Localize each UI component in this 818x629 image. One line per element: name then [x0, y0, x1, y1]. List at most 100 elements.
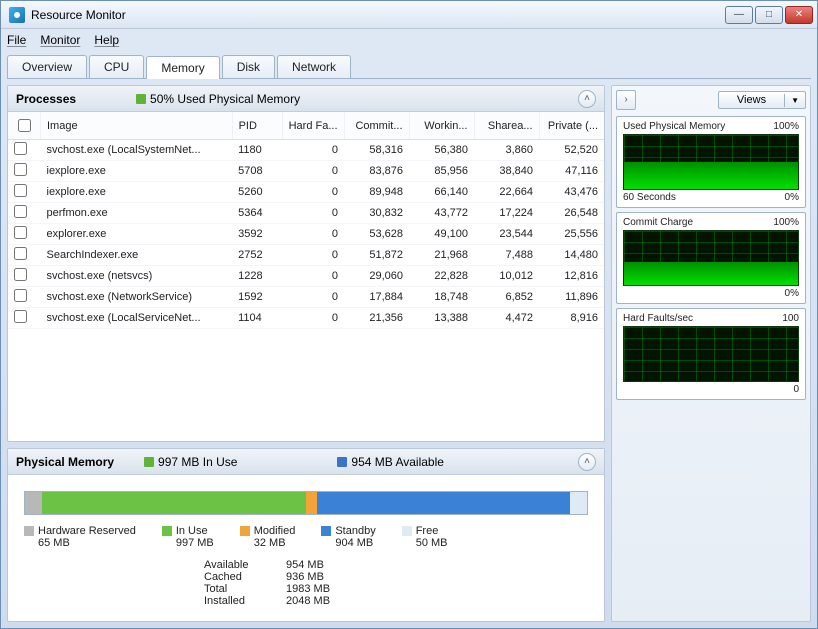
title-bar[interactable]: Resource Monitor — □ ✕ [1, 1, 817, 29]
cell-commit: 29,060 [344, 266, 409, 287]
cell-private: 11,896 [539, 287, 604, 308]
row-checkbox[interactable] [14, 205, 27, 218]
table-row[interactable]: svchost.exe (netsvcs)1228029,06022,82810… [8, 266, 604, 287]
table-row[interactable]: svchost.exe (LocalSystemNet...1180058,31… [8, 140, 604, 161]
tab-disk[interactable]: Disk [222, 55, 275, 78]
collapse-physmem-button[interactable]: ˄ [578, 453, 596, 471]
row-checkbox[interactable] [14, 310, 27, 323]
tab-cpu[interactable]: CPU [89, 55, 144, 78]
cell-hardfaults: 0 [282, 161, 344, 182]
tab-network[interactable]: Network [277, 55, 351, 78]
processes-title: Processes [16, 92, 76, 106]
row-checkbox[interactable] [14, 226, 27, 239]
cell-private: 12,816 [539, 266, 604, 287]
legend-swatch-icon [321, 526, 331, 536]
cell-image: svchost.exe (NetworkService) [41, 287, 233, 308]
table-row[interactable]: iexplore.exe5260089,94866,14022,66443,47… [8, 182, 604, 203]
cell-shareable: 23,544 [474, 224, 539, 245]
summary-total-key: Total [204, 583, 274, 595]
mem-usage-label: 50% Used Physical Memory [150, 92, 300, 106]
cell-hardfaults: 0 [282, 203, 344, 224]
chart-min: 0% [785, 288, 799, 299]
memory-legend: Hardware Reserved65 MBIn Use997 MBModifi… [24, 525, 588, 549]
col-commit[interactable]: Commit... [344, 112, 409, 140]
cell-hardfaults: 0 [282, 140, 344, 161]
processes-header[interactable]: Processes 50% Used Physical Memory ˄ [8, 86, 604, 112]
cell-image: svchost.exe (netsvcs) [41, 266, 233, 287]
cell-working: 85,956 [409, 161, 474, 182]
col-working[interactable]: Workin... [409, 112, 474, 140]
maximize-button[interactable]: □ [755, 6, 783, 24]
app-window: Resource Monitor — □ ✕ File Monitor Help… [0, 0, 818, 629]
summary-installed-key: Installed [204, 595, 274, 607]
cell-hardfaults: 0 [282, 287, 344, 308]
processes-table: Image PID Hard Fa... Commit... Workin...… [8, 112, 604, 329]
memory-bar-segment [317, 492, 570, 514]
col-hardfaults[interactable]: Hard Fa... [282, 112, 344, 140]
row-checkbox[interactable] [14, 247, 27, 260]
legend-swatch-icon [162, 526, 172, 536]
chevron-down-icon[interactable]: ▼ [784, 94, 805, 107]
cell-commit: 89,948 [344, 182, 409, 203]
physical-memory-header[interactable]: Physical Memory 997 MB In Use 954 MB Ava… [8, 449, 604, 475]
cell-shareable: 4,472 [474, 308, 539, 329]
row-checkbox[interactable] [14, 184, 27, 197]
table-row[interactable]: explorer.exe3592053,62849,10023,54425,55… [8, 224, 604, 245]
chart-max: 100% [773, 217, 799, 228]
physical-memory-title: Physical Memory [16, 455, 114, 469]
legend-item: Modified32 MB [240, 525, 296, 549]
table-row[interactable]: svchost.exe (LocalServiceNet...1104021,3… [8, 308, 604, 329]
col-pid[interactable]: PID [232, 112, 282, 140]
col-shareable[interactable]: Sharea... [474, 112, 539, 140]
select-all-checkbox[interactable] [18, 119, 31, 132]
cell-image: explorer.exe [41, 224, 233, 245]
row-checkbox[interactable] [14, 142, 27, 155]
col-image[interactable]: Image [41, 112, 233, 140]
cell-private: 26,548 [539, 203, 604, 224]
summary-available-key: Available [204, 559, 274, 571]
table-row[interactable]: perfmon.exe5364030,83243,77217,22426,548 [8, 203, 604, 224]
mini-chart: Used Physical Memory100%60 Seconds0% [616, 116, 806, 208]
memory-bar-segment [42, 492, 306, 514]
close-button[interactable]: ✕ [785, 6, 813, 24]
row-checkbox[interactable] [14, 289, 27, 302]
menu-file[interactable]: File [7, 33, 26, 47]
cell-working: 21,968 [409, 245, 474, 266]
cell-pid: 1592 [232, 287, 282, 308]
mem-usage-swatch-icon [136, 94, 146, 104]
cell-private: 14,480 [539, 245, 604, 266]
collapse-processes-button[interactable]: ˄ [578, 90, 596, 108]
row-checkbox[interactable] [14, 268, 27, 281]
mini-chart: Commit Charge 100% 0% [616, 212, 806, 304]
views-button[interactable]: Views ▼ [718, 91, 806, 109]
chart-title: Commit Charge [623, 217, 693, 228]
chart-min: 0% [785, 192, 799, 203]
cell-hardfaults: 0 [282, 308, 344, 329]
sidebar-expand-button[interactable]: › [616, 90, 636, 110]
chart-min: 0 [793, 384, 799, 395]
row-checkbox[interactable] [14, 163, 27, 176]
table-row[interactable]: SearchIndexer.exe2752051,87221,9687,4881… [8, 245, 604, 266]
cell-working: 56,380 [409, 140, 474, 161]
table-row[interactable]: svchost.exe (NetworkService)1592017,8841… [8, 287, 604, 308]
table-row[interactable]: iexplore.exe5708083,87685,95638,84047,11… [8, 161, 604, 182]
minimize-button[interactable]: — [725, 6, 753, 24]
cell-image: svchost.exe (LocalSystemNet... [41, 140, 233, 161]
views-label: Views [719, 92, 784, 108]
cell-pid: 1104 [232, 308, 282, 329]
tab-bar: Overview CPU Memory Disk Network [7, 55, 811, 79]
memory-bar-segment [306, 492, 317, 514]
cell-shareable: 38,840 [474, 161, 539, 182]
cell-working: 22,828 [409, 266, 474, 287]
tab-memory[interactable]: Memory [146, 56, 219, 79]
cell-working: 18,748 [409, 287, 474, 308]
menu-monitor[interactable]: Monitor [40, 33, 80, 47]
cell-pid: 2752 [232, 245, 282, 266]
menu-help[interactable]: Help [94, 33, 119, 47]
legend-item: In Use997 MB [162, 525, 214, 549]
col-private[interactable]: Private (... [539, 112, 604, 140]
tab-overview[interactable]: Overview [7, 55, 87, 78]
cell-working: 49,100 [409, 224, 474, 245]
cell-private: 25,556 [539, 224, 604, 245]
memory-bar [24, 491, 588, 515]
